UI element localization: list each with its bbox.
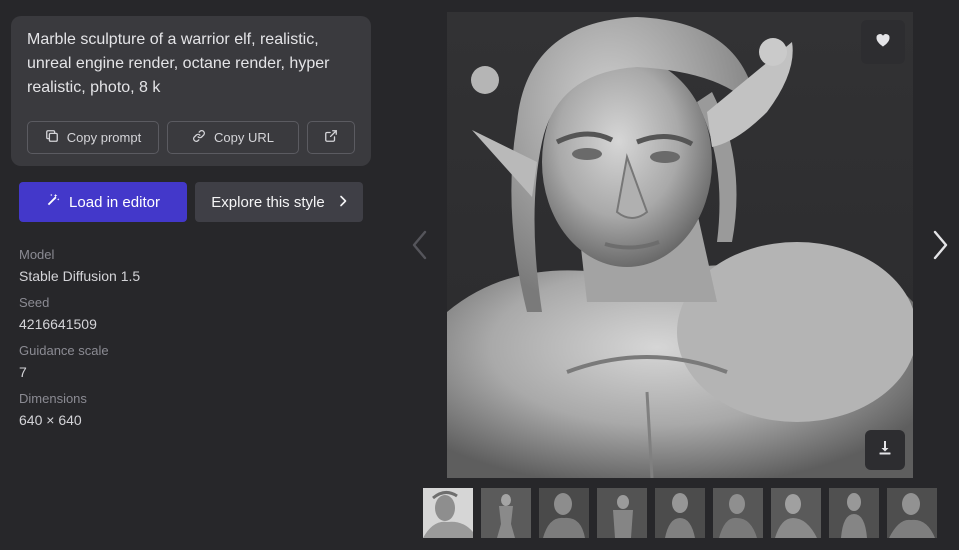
dimensions-value: 640 × 640 — [19, 412, 82, 428]
thumbnail[interactable] — [771, 488, 821, 538]
dimensions-detail: Dimensions 640 × 640 — [19, 391, 87, 430]
magic-wand-icon — [46, 193, 60, 211]
thumbnail[interactable] — [713, 488, 763, 538]
model-value: Stable Diffusion 1.5 — [19, 268, 141, 284]
load-in-editor-label: Load in editor — [69, 193, 160, 211]
heart-icon — [875, 32, 891, 52]
seed-value: 4216641509 — [19, 316, 97, 332]
thumbnail[interactable] — [539, 488, 589, 538]
load-in-editor-button[interactable]: Load in editor — [19, 182, 187, 222]
next-image-button[interactable] — [930, 228, 950, 262]
model-detail: Model Stable Diffusion 1.5 — [19, 247, 140, 286]
previous-image-button[interactable] — [410, 228, 430, 262]
generated-image[interactable] — [447, 12, 913, 478]
open-external-button[interactable] — [307, 121, 355, 154]
thumbnail[interactable] — [423, 488, 473, 538]
copy-url-button[interactable]: Copy URL — [167, 121, 299, 154]
copy-prompt-label: Copy prompt — [66, 130, 142, 145]
thumbnail[interactable] — [597, 488, 647, 538]
explore-style-label: Explore this style — [211, 193, 325, 211]
favorite-button[interactable] — [861, 20, 905, 64]
thumbnail[interactable] — [829, 488, 879, 538]
explore-style-button[interactable]: Explore this style — [195, 182, 363, 222]
dimensions-label: Dimensions — [19, 391, 87, 406]
thumbnail-strip — [423, 488, 937, 538]
thumbnail[interactable] — [887, 488, 937, 538]
thumbnail[interactable] — [481, 488, 531, 538]
chevron-right-icon — [339, 194, 347, 211]
guidance-detail: Guidance scale 7 — [19, 343, 109, 382]
link-icon — [192, 129, 206, 146]
external-link-icon — [324, 129, 338, 146]
download-button[interactable] — [865, 430, 905, 470]
guidance-value: 7 — [19, 364, 27, 380]
prompt-text: Marble sculpture of a warrior elf, reali… — [27, 31, 330, 96]
guidance-label: Guidance scale — [19, 343, 109, 358]
model-label: Model — [19, 247, 55, 262]
thumbnail[interactable] — [655, 488, 705, 538]
prompt-card: Marble sculpture of a warrior elf, reali… — [11, 16, 371, 166]
seed-label: Seed — [19, 295, 50, 310]
copy-url-label: Copy URL — [214, 130, 274, 145]
copy-icon — [45, 129, 59, 146]
copy-prompt-button[interactable]: Copy prompt — [27, 121, 159, 154]
seed-detail: Seed 4216641509 — [19, 295, 97, 334]
download-icon — [878, 440, 892, 460]
